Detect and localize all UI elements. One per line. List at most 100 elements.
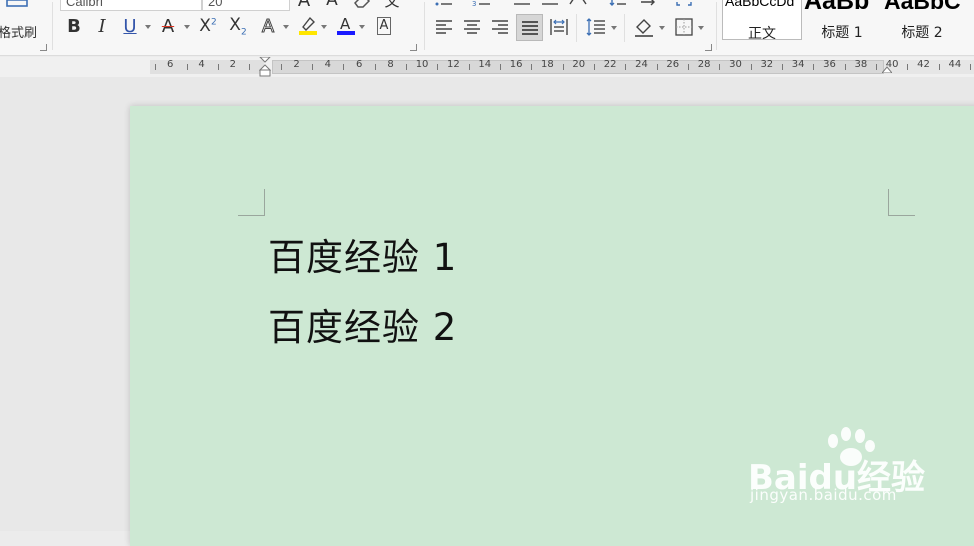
text-box-button[interactable] <box>672 0 696 10</box>
ruler-label: 44 <box>948 59 962 70</box>
indent-marker-icon[interactable] <box>259 57 271 77</box>
paragraph-1[interactable]: 百度经验 1 <box>268 227 457 281</box>
highlight-dropdown[interactable] <box>321 25 327 29</box>
style-heading-1-name: 标题 1 <box>821 25 863 40</box>
right-indent-marker-icon[interactable] <box>882 65 892 73</box>
group-separator <box>424 2 425 50</box>
increase-indent-button[interactable] <box>538 0 562 10</box>
borders-dropdown[interactable] <box>698 26 704 30</box>
ruler-tick <box>970 64 972 70</box>
ruler-tick <box>750 64 752 70</box>
sort-button[interactable] <box>606 0 630 10</box>
bold-button[interactable]: B <box>62 14 86 38</box>
ruler-tick <box>437 64 439 70</box>
highlight-button[interactable] <box>296 13 320 37</box>
text-effect-dropdown[interactable] <box>283 25 289 29</box>
bullets-button[interactable] <box>432 0 456 10</box>
shrink-font-button[interactable]: A <box>320 0 344 12</box>
eraser-icon <box>354 0 371 8</box>
align-center-icon <box>464 20 480 34</box>
align-left-button[interactable] <box>432 15 456 39</box>
justify-icon <box>521 20 538 35</box>
ruler-label: 24 <box>635 59 648 70</box>
ruler-label: 36 <box>823 59 836 70</box>
borders-button[interactable] <box>672 15 696 39</box>
superscript-button[interactable]: X2 <box>196 14 220 38</box>
ruler-tick <box>844 64 846 70</box>
paragraph-2[interactable]: 百度经验 2 <box>268 297 457 351</box>
group-separator <box>52 2 53 50</box>
chinese-layout-button[interactable] <box>566 0 590 10</box>
line-spacing-dropdown[interactable] <box>611 26 617 30</box>
ruler-tick <box>907 64 909 70</box>
ruler-tick <box>468 64 470 70</box>
char-border-button[interactable]: A <box>372 14 396 38</box>
underline-button[interactable]: U <box>118 14 142 38</box>
phonetic-button[interactable]: 文 <box>380 0 404 12</box>
clipboard-group-launcher[interactable] <box>40 44 47 51</box>
line-spacing-icon <box>586 18 605 36</box>
borders-icon <box>675 18 693 36</box>
underline-icon: U <box>123 15 137 37</box>
style-heading-2[interactable]: AaBbC 标题 2 <box>882 0 974 40</box>
ruler-tick <box>719 64 721 70</box>
ruler-label: 34 <box>791 59 805 70</box>
shading-button[interactable] <box>632 15 656 39</box>
char-border-icon: A <box>376 17 392 35</box>
text-effect-icon: A <box>261 15 275 37</box>
clear-format-button[interactable] <box>350 0 374 12</box>
decrease-indent-button[interactable] <box>510 0 534 10</box>
style-heading-1[interactable]: AaBb 标题 1 <box>802 0 882 40</box>
grow-font-icon: A <box>297 0 311 11</box>
font-color-button[interactable]: A <box>334 13 358 37</box>
font-group-launcher[interactable] <box>410 44 417 51</box>
distributed-button[interactable] <box>547 15 571 39</box>
style-heading-2-name: 标题 2 <box>901 25 943 40</box>
ruler-tick <box>688 64 690 70</box>
font-size-select[interactable]: 20 <box>202 0 290 11</box>
italic-icon: I <box>98 15 106 37</box>
align-right-button[interactable] <box>488 15 512 39</box>
strikethrough-button[interactable]: A <box>156 14 180 38</box>
format-painter-button[interactable]: 格式刷 <box>0 0 46 44</box>
strikethrough-icon: A <box>161 15 175 37</box>
ruler-tick <box>782 64 784 70</box>
paragraph-group-launcher[interactable] <box>705 44 712 51</box>
ruler-tick <box>562 64 564 70</box>
style-normal-name: 正文 <box>748 26 776 40</box>
tab-direction-button[interactable] <box>636 0 660 10</box>
group-separator <box>716 2 717 50</box>
ruler-label: 38 <box>854 59 868 70</box>
group-separator <box>624 14 625 42</box>
ruler-label: 30 <box>729 59 742 70</box>
horizontal-ruler[interactable]: 6 4 2 2 4 6 8 10 12 14 16 18 20 22 24 26 28 30 32 34 36 38 40 4… <box>0 57 974 77</box>
strikethrough-dropdown[interactable] <box>184 25 190 29</box>
ruler-label: 22 <box>603 59 617 70</box>
align-right-icon <box>492 20 508 34</box>
ruler-label: 26 <box>666 59 680 70</box>
italic-button[interactable]: I <box>90 14 114 38</box>
shrink-font-icon: A <box>326 0 338 10</box>
ruler-tick <box>876 64 878 70</box>
justify-button[interactable] <box>516 14 543 41</box>
line-spacing-button[interactable] <box>584 15 608 39</box>
shading-dropdown[interactable] <box>659 26 665 30</box>
align-center-button[interactable] <box>460 15 484 39</box>
subscript-button[interactable]: X2 <box>226 14 250 38</box>
phonetic-icon: 文 <box>384 0 400 10</box>
underline-dropdown[interactable] <box>145 25 151 29</box>
superscript-icon: X2 <box>199 16 217 36</box>
font-name-select[interactable]: Calibri <box>60 0 202 11</box>
font-color-dropdown[interactable] <box>359 25 365 29</box>
ruler-label: 4 <box>324 59 332 70</box>
text-effect-button[interactable]: A <box>256 14 280 38</box>
grow-font-button[interactable]: A <box>292 0 316 12</box>
ruler-tick <box>938 64 940 70</box>
numbering-button[interactable]: 3 <box>470 0 494 10</box>
style-normal[interactable]: AaBbCcDd 正文 <box>722 0 802 40</box>
highlighter-icon <box>299 16 317 35</box>
ruler-tick <box>374 64 376 70</box>
ruler-tick <box>186 64 188 70</box>
ruler-label: 20 <box>572 59 586 70</box>
ruler-label: 14 <box>478 59 492 70</box>
